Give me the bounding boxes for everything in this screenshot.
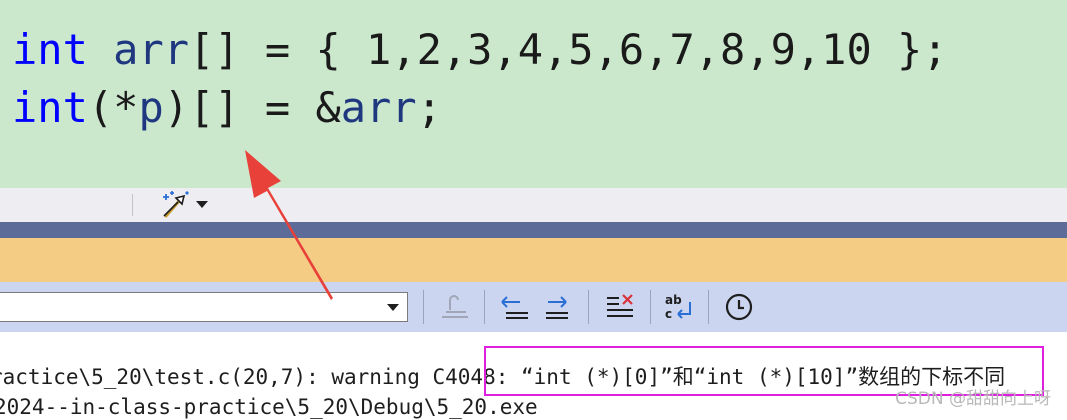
magic-wand-icon[interactable]: [158, 190, 192, 220]
code-line-2[interactable]: int(*p)[] = &arr;: [12, 80, 442, 136]
code-text: ;: [416, 83, 442, 132]
toolbar-separator: [484, 290, 485, 324]
svg-text:ab: ab: [665, 293, 682, 307]
code-text: [] = { 1,2,3,4,5,6,7,8,9,10 };: [189, 25, 948, 74]
toolbar-separator: [423, 290, 424, 324]
chevron-down-icon[interactable]: [196, 201, 208, 208]
find-message-icon[interactable]: [438, 290, 472, 324]
status-bar: [0, 238, 1067, 282]
svg-text:c: c: [665, 307, 672, 321]
output-toolbar: ab c: [0, 282, 1067, 332]
clear-all-icon[interactable]: [603, 290, 637, 324]
code-text: (*: [87, 83, 139, 132]
output-source-dropdown[interactable]: [0, 292, 408, 322]
variable-arr: arr: [340, 83, 417, 132]
go-to-previous-icon[interactable]: [498, 290, 532, 324]
variable-p: p: [138, 83, 164, 132]
word-wrap-icon[interactable]: ab c: [662, 290, 696, 324]
toolbar-separator: [132, 194, 133, 216]
toolbar-separator: [708, 290, 709, 324]
keyword-int: int: [12, 25, 88, 74]
clock-icon[interactable]: [722, 290, 756, 324]
code-editor[interactable]: int arr[] = { 1,2,3,4,5,6,7,8,9,10 }; in…: [0, 0, 1067, 188]
output-path-line[interactable]: 2024--in-class-practice\5_20\Debug\5_20.…: [0, 394, 538, 420]
code-line-1[interactable]: int arr[] = { 1,2,3,4,5,6,7,8,9,10 };: [12, 22, 948, 78]
keyword-int: int: [12, 83, 88, 132]
toolbar-separator: [588, 290, 589, 324]
watermark: CSDN @甜甜向上呀: [895, 389, 1051, 409]
panel-title-bar: [0, 222, 1067, 238]
toolbar-separator: [650, 290, 651, 324]
code-text: )[] = &: [163, 83, 341, 132]
editor-toolbar: [0, 188, 1067, 222]
variable-arr: arr: [113, 25, 190, 74]
go-to-next-icon[interactable]: [540, 290, 574, 324]
chevron-down-icon: [387, 304, 399, 311]
